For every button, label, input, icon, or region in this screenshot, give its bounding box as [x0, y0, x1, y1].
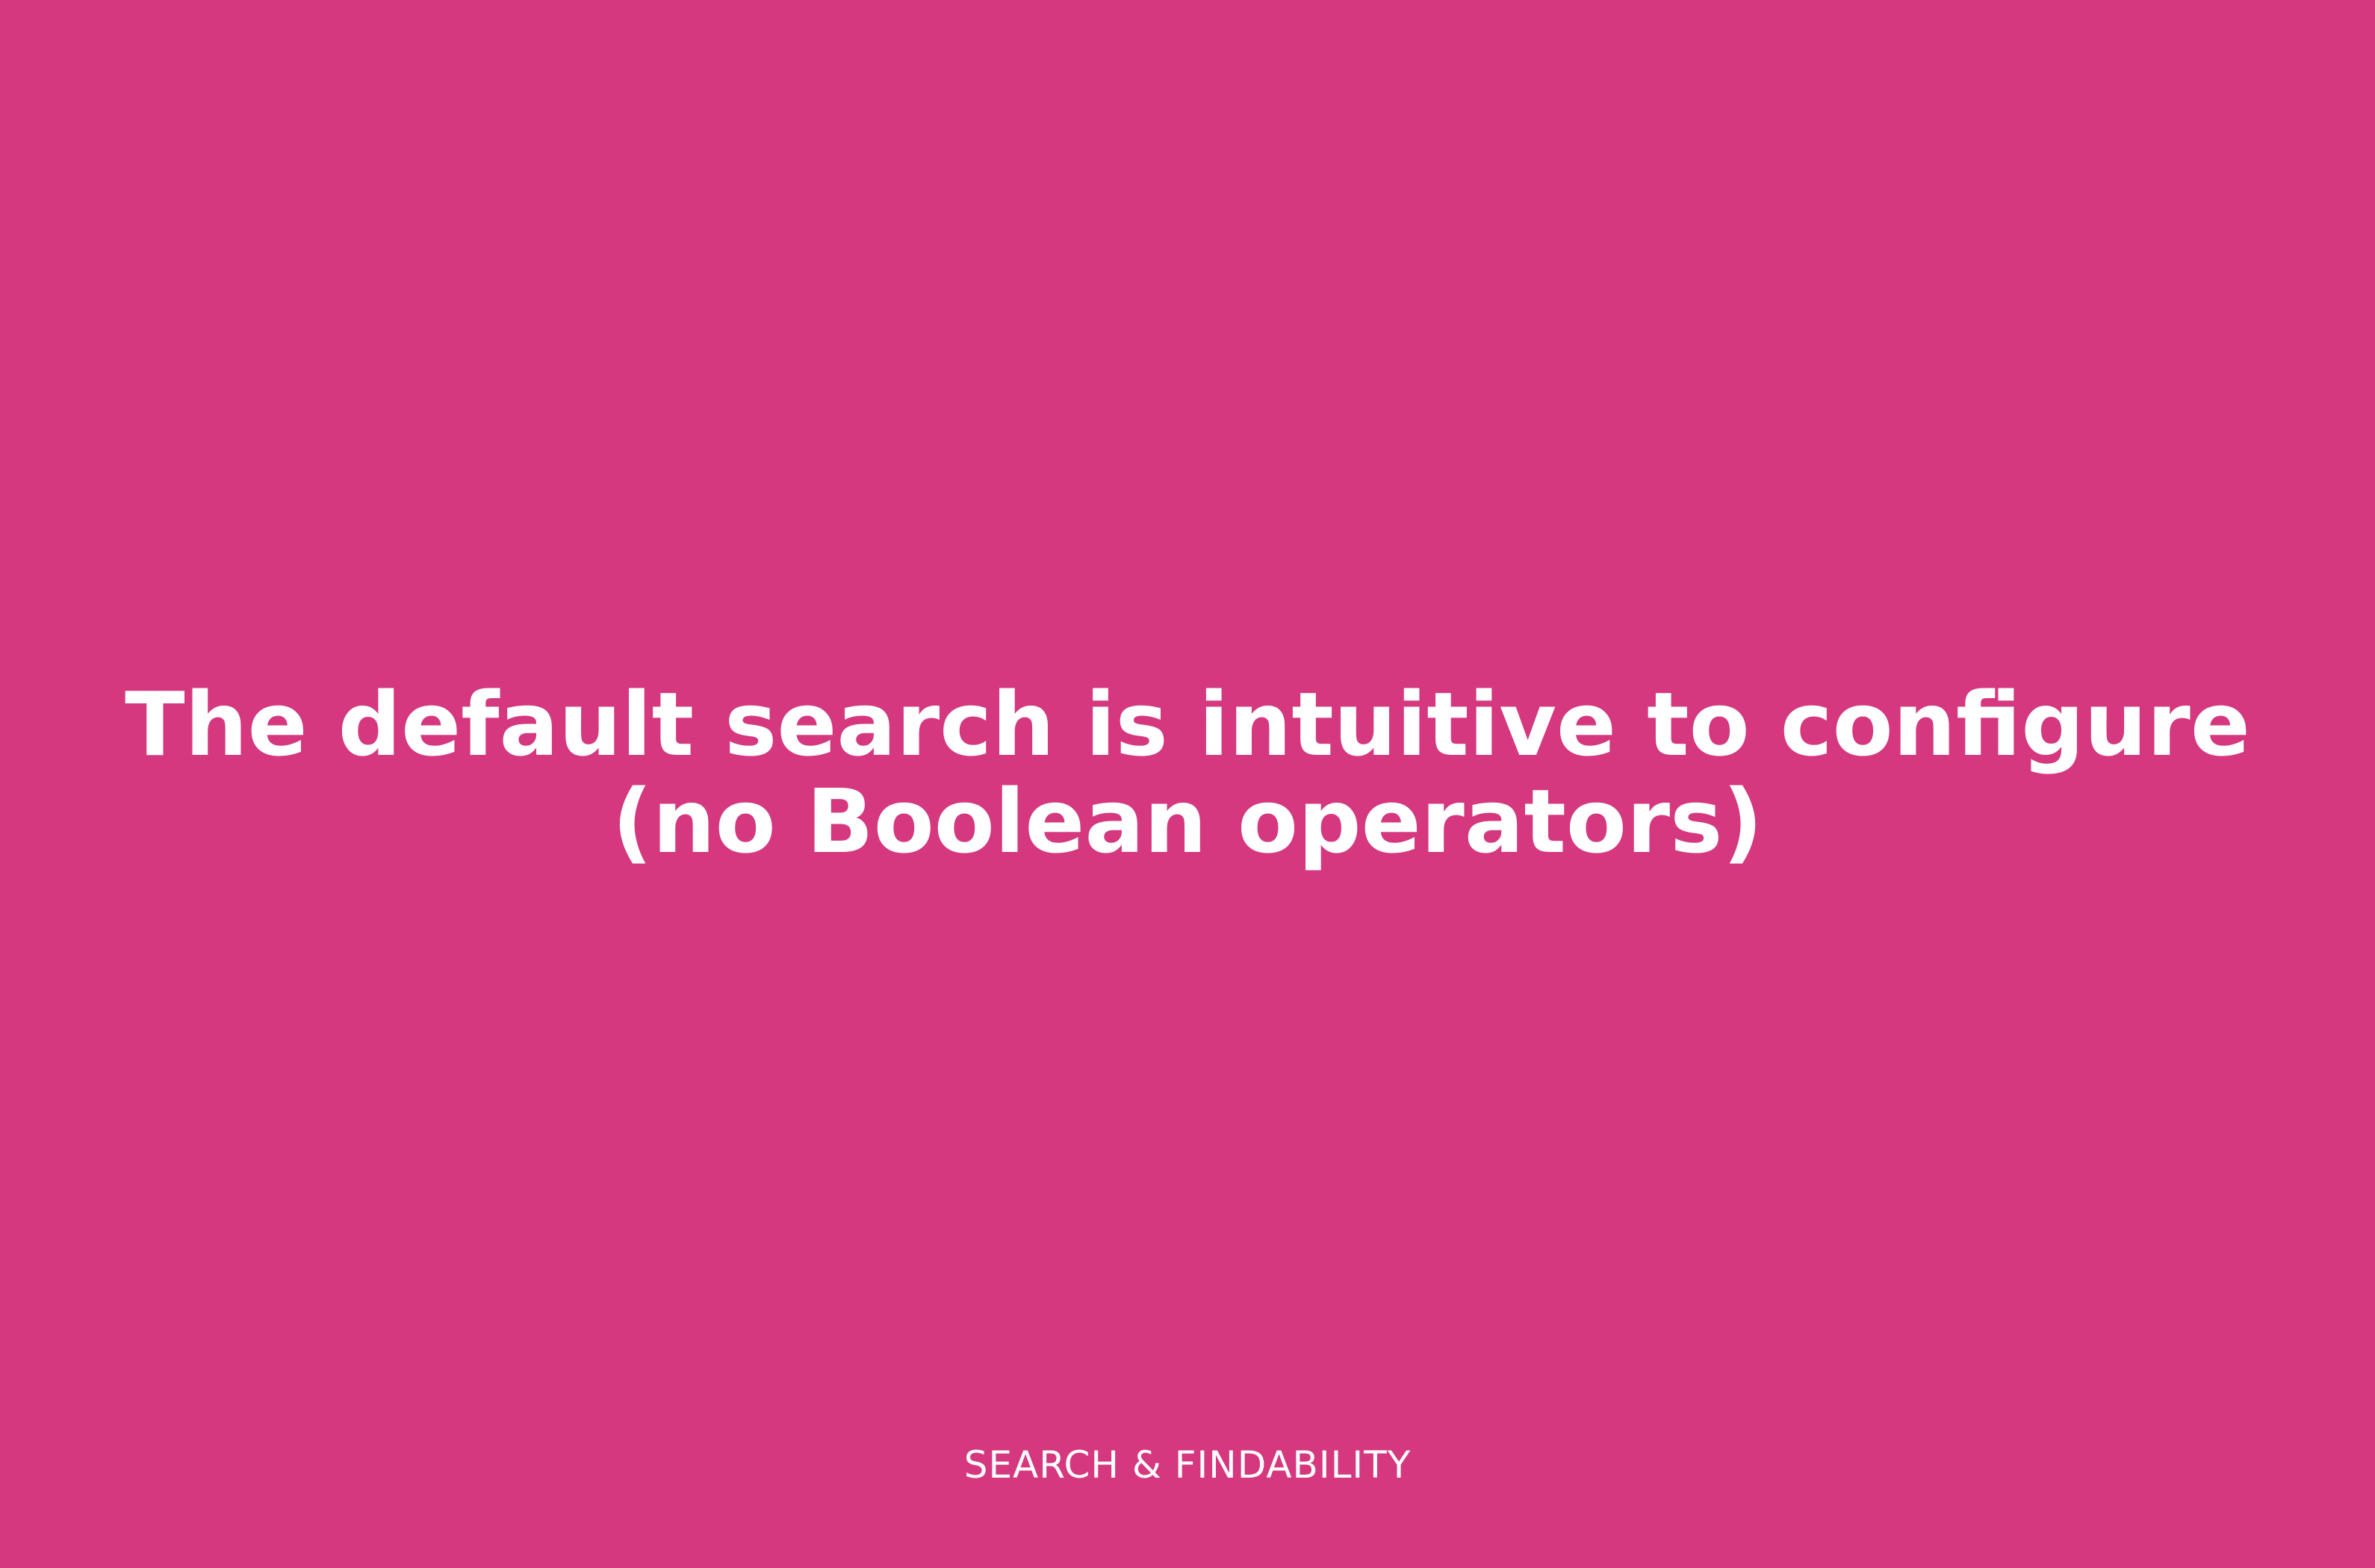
headline-line-2: (no Boolean operators): [612, 770, 1763, 873]
slide: The default search is intuitive to confi…: [0, 0, 2375, 1568]
slide-headline: The default search is intuitive to confi…: [0, 676, 2375, 870]
category-label: SEARCH & FINDABILITY: [963, 1443, 1412, 1487]
headline-line-1: The default search is intuitive to confi…: [125, 673, 2250, 776]
